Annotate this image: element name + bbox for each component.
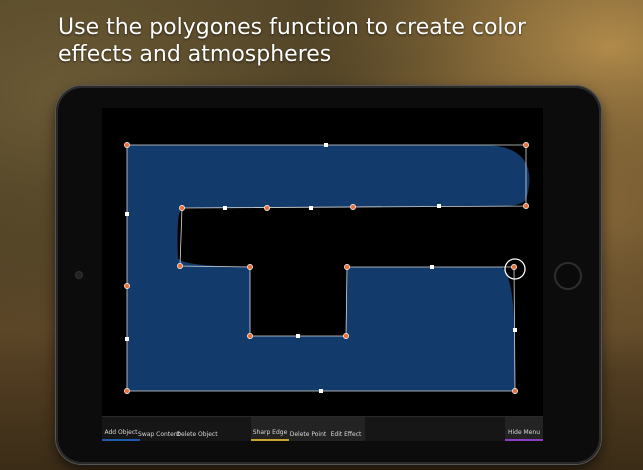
control-point [124,142,130,148]
midpoint-handle [125,337,129,341]
home-button[interactable] [554,262,582,290]
swap-content-button[interactable]: Swap Content [138,417,180,441]
control-point [350,204,356,210]
midpoint-handle [223,206,227,210]
delete-object-button[interactable]: Delete Object [176,417,217,441]
control-point [511,264,517,270]
midpoint-handle [125,212,129,216]
midpoint-handle [309,206,313,210]
polygon-canvas[interactable] [102,108,543,441]
midpoint-handle [430,265,434,269]
midpoint-handle [296,334,300,338]
control-point [247,333,253,339]
headline-caption: Use the polygones function to create col… [58,15,527,67]
midpoint-handle [324,143,328,147]
control-point [523,203,529,209]
control-point [264,205,270,211]
control-point [523,142,529,148]
control-point [124,283,130,289]
delete-point-button[interactable]: Delete Point [289,417,327,441]
control-point [343,333,349,339]
control-point [512,388,518,394]
camera-icon [76,272,82,278]
control-point [247,264,253,270]
edit-effect-button[interactable]: Edit Effect [327,417,365,441]
hide-menu-button[interactable]: Hide Menu [505,417,543,441]
control-point [344,264,350,270]
polygon-shape[interactable] [127,145,530,391]
control-point [124,388,130,394]
editor-screen: Add Object Swap Content Delete Object Sh… [102,108,543,441]
midpoint-handle [437,204,441,208]
sharp-edge-button[interactable]: Sharp Edge [251,417,289,441]
midpoint-handle [513,328,517,332]
control-point [179,205,185,211]
bottom-toolbar: Add Object Swap Content Delete Object Sh… [102,416,543,441]
control-point [177,263,183,269]
add-object-button[interactable]: Add Object [102,417,140,441]
midpoint-handle [319,389,323,393]
